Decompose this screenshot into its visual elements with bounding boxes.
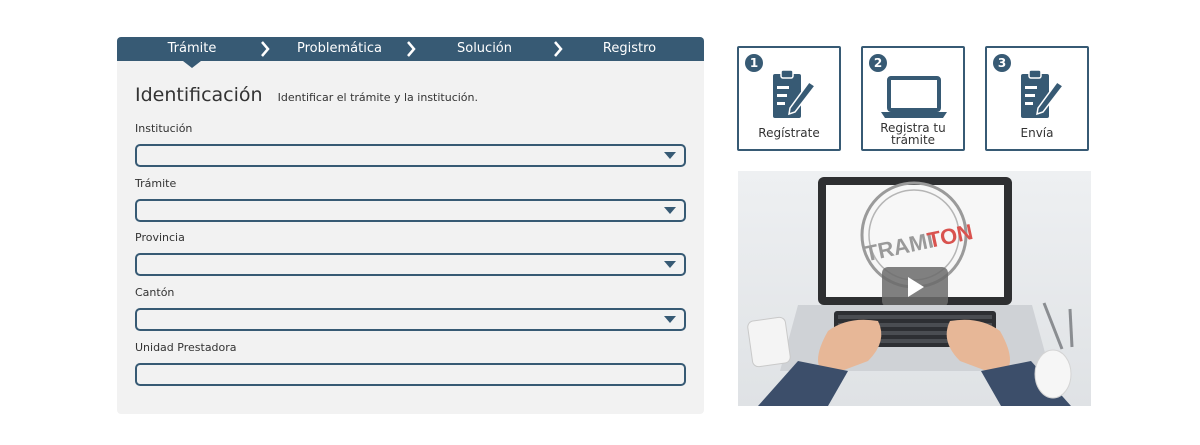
card-envia[interactable]: 3 Envía — [985, 46, 1089, 151]
institucion-select[interactable] — [135, 144, 686, 167]
video-thumbnail[interactable]: TRAMI TON — [738, 171, 1091, 406]
chevron-right-icon — [406, 41, 416, 57]
clipboard-pen-icon — [739, 66, 839, 122]
tramite-label: Trámite — [135, 177, 177, 190]
institucion-label: Institución — [135, 122, 193, 135]
play-icon[interactable] — [882, 267, 948, 307]
card-label: Envía — [1020, 126, 1054, 140]
caret-down-icon — [664, 152, 676, 159]
clipboard-pen-icon — [987, 66, 1087, 122]
card-label: Regístrate — [758, 126, 820, 140]
canton-select[interactable] — [135, 308, 686, 331]
active-step-indicator — [183, 61, 201, 68]
tramite-select[interactable] — [135, 199, 686, 222]
form-subtitle: Identificar el trámite y la institución. — [277, 91, 479, 104]
caret-down-icon — [664, 207, 676, 214]
step-solucion[interactable]: Solución — [427, 37, 542, 61]
form-title: Identificación — [135, 84, 263, 106]
caret-down-icon — [664, 261, 676, 268]
unidad-prestadora-label: Unidad Prestadora — [135, 341, 237, 354]
card-registra-tramite[interactable]: 2 Registra tu trámite — [861, 46, 965, 151]
caret-down-icon — [664, 316, 676, 323]
form-header: Identificación Identificar el trámite y … — [135, 84, 478, 106]
canton-label: Cantón — [135, 286, 175, 299]
provincia-label: Provincia — [135, 231, 185, 244]
unidad-prestadora-input[interactable] — [135, 363, 686, 386]
wizard-steps: Trámite Problemática Solución Registro — [117, 37, 704, 61]
form-panel: Trámite Problemática Solución Registro I… — [117, 37, 704, 414]
step-problematica[interactable]: Problemática — [282, 37, 397, 61]
provincia-select[interactable] — [135, 253, 686, 276]
chevron-right-icon — [553, 41, 563, 57]
step-tramite[interactable]: Trámite — [137, 37, 247, 61]
chevron-right-icon — [260, 41, 270, 57]
card-label-line2: trámite — [890, 133, 936, 147]
step-registro[interactable]: Registro — [572, 37, 687, 61]
card-registrate[interactable]: 1 Regístrate — [737, 46, 841, 151]
laptop-icon — [863, 66, 963, 122]
